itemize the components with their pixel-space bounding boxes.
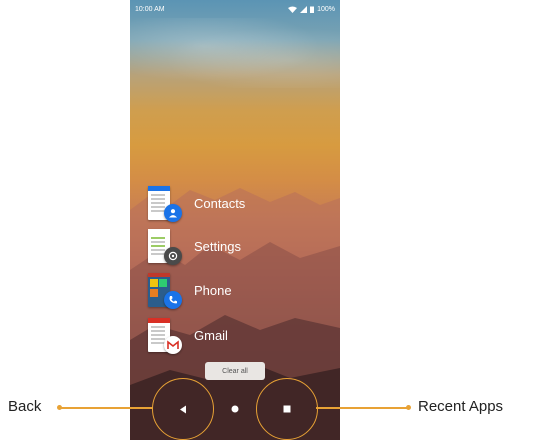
person-icon [164,204,182,222]
back-callout-label: Back [8,398,42,415]
battery-percent: 100% [317,5,335,13]
circle-icon [231,405,239,413]
recent-callout-line [316,407,408,409]
recent-app-settings[interactable]: Settings [148,226,241,266]
status-bar: 10:00 AM 100% [130,0,340,18]
app-thumbnail [148,229,182,265]
recent-callout-label: Recent Apps [418,398,504,415]
status-time: 10:00 AM [135,5,165,13]
wifi-icon [288,6,298,13]
recent-app-phone[interactable]: Phone [148,270,232,310]
app-label: Contacts [194,195,246,211]
clear-all-button[interactable]: Clear all [205,362,265,380]
app-thumbnail [148,318,182,354]
mail-icon [164,336,182,354]
back-highlight-circle [152,378,214,440]
app-thumbnail [148,186,182,222]
recent-app-contacts[interactable]: Contacts [148,183,245,223]
recent-apps-highlight-circle [256,378,318,440]
phone-screen: 10:00 AM 100% Contacts Settings Phone Gm… [130,0,340,440]
app-label: Settings [194,238,241,254]
phone-icon [164,291,182,309]
back-callout-line [60,407,153,409]
app-label: Phone [194,282,232,298]
recent-callout-dot [406,405,411,410]
wallpaper-clouds [130,18,340,88]
recent-app-gmail[interactable]: Gmail [148,315,228,355]
app-label: Gmail [194,327,228,343]
gear-icon [164,247,182,265]
signal-icon [300,5,308,13]
battery-icon [310,6,315,13]
app-thumbnail [148,273,182,309]
home-button[interactable] [220,389,250,429]
